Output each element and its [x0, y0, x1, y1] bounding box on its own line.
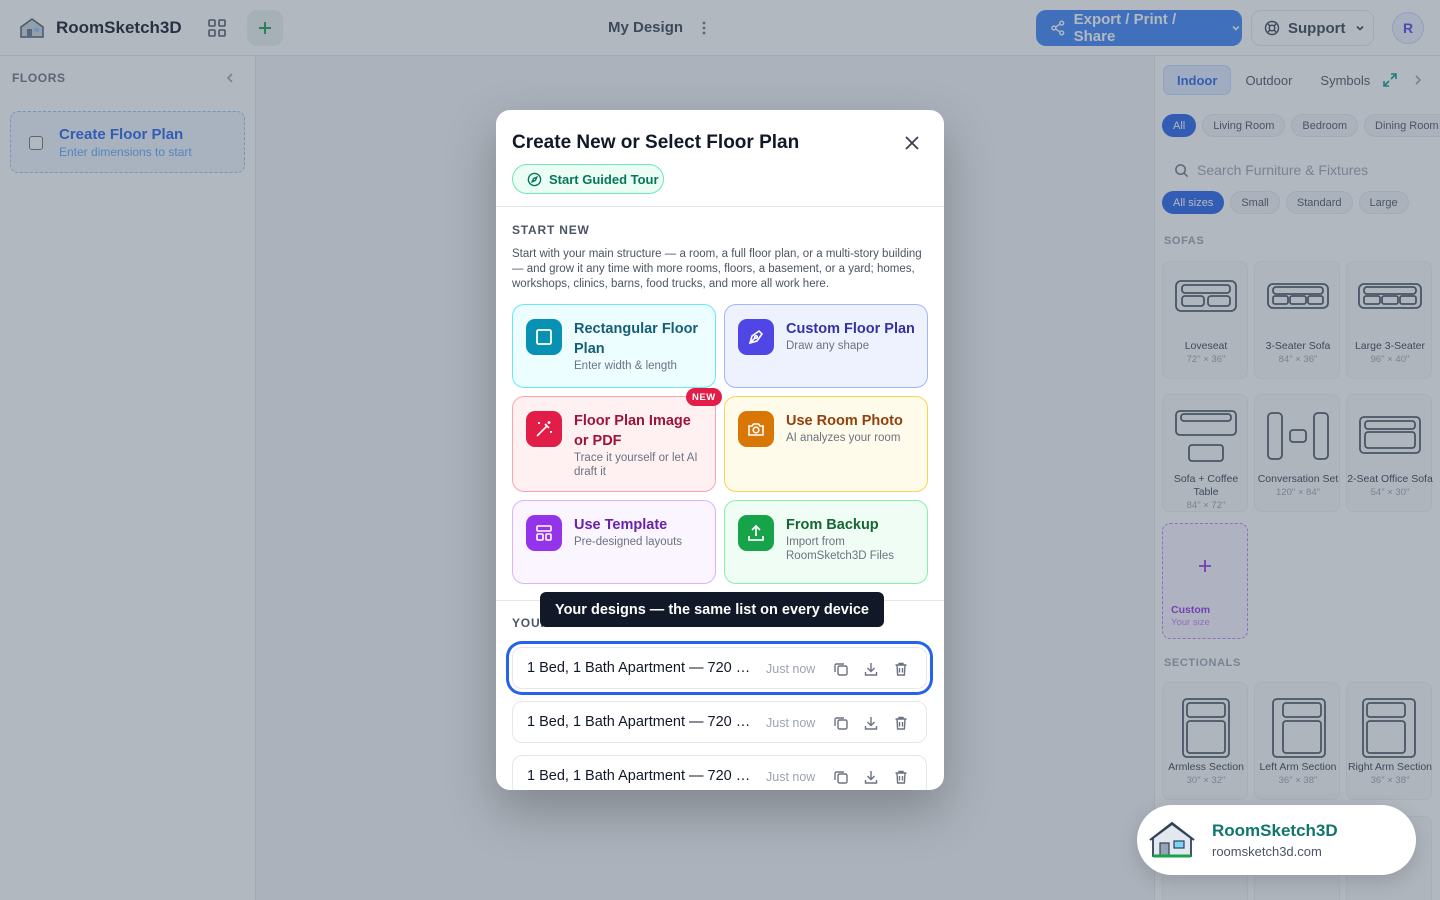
option-title: From Backup [786, 517, 879, 533]
use-template-option[interactable]: Use Template Pre-designed layouts [512, 500, 716, 584]
magic-wand-icon [526, 411, 562, 447]
new-badge: NEW [686, 388, 722, 406]
pen-tool-icon [738, 319, 774, 355]
option-title: Use Room Photo [786, 413, 903, 429]
toast-brand-url: roomsketch3d.com [1212, 844, 1322, 859]
floor-plan-image-option[interactable]: Floor Plan Image or PDF Trace it yoursel… [512, 396, 716, 492]
download-icon[interactable] [863, 661, 879, 677]
designs-tooltip: Your designs — the same list on every de… [540, 592, 884, 627]
toast-brand-name: RoomSketch3D [1212, 821, 1338, 840]
upload-icon [738, 515, 774, 551]
tour-label: Start Guided Tour [549, 171, 659, 187]
option-subtitle: Import from RoomSketch3D Files [786, 536, 895, 562]
brand-toast[interactable]: RoomSketch3D roomsketch3d.com [1137, 805, 1416, 875]
design-time: Just now [766, 770, 816, 784]
option-subtitle: Enter width & length [574, 360, 677, 372]
duplicate-icon[interactable] [833, 769, 849, 785]
download-icon[interactable] [863, 715, 879, 731]
layout-template-icon [526, 515, 562, 551]
floor-plan-modal: Create New or Select Floor Plan Start Gu… [496, 110, 944, 790]
design-row[interactable]: 1 Bed, 1 Bath Apartment — 720 sq ft Just… [512, 701, 927, 743]
trash-icon[interactable] [893, 769, 909, 785]
design-name: 1 Bed, 1 Bath Apartment — 720 sq ft [527, 768, 757, 784]
start-guided-tour-button[interactable]: Start Guided Tour [512, 164, 664, 194]
trash-icon[interactable] [893, 661, 909, 677]
camera-icon [738, 411, 774, 447]
option-subtitle: Pre-designed layouts [574, 536, 683, 548]
option-subtitle: Trace it yourself or let AI draft it [574, 452, 698, 478]
duplicate-icon[interactable] [833, 661, 849, 677]
custom-floor-plan-option[interactable]: Custom Floor Plan Draw any shape [724, 304, 928, 388]
modal-title: Create New or Select Floor Plan [512, 132, 800, 153]
design-time: Just now [766, 662, 816, 676]
trash-icon[interactable] [893, 715, 909, 731]
design-time: Just now [766, 716, 816, 730]
divider [496, 206, 944, 207]
option-title: Floor Plan Image or PDF [574, 413, 691, 449]
design-name: 1 Bed, 1 Bath Apartment — 720 sq ft [527, 714, 757, 730]
design-row[interactable]: 1 Bed, 1 Bath Apartment — 720 sq ft Just… [512, 755, 927, 790]
use-room-photo-option[interactable]: Use Room Photo AI analyzes your room [724, 396, 928, 492]
rectangular-floor-plan-option[interactable]: Rectangular Floor Plan Enter width & len… [512, 304, 716, 388]
start-new-description: Start with your main structure — a room,… [512, 248, 922, 290]
option-subtitle: AI analyzes your room [786, 432, 901, 444]
option-title: Rectangular Floor Plan [574, 321, 699, 357]
from-backup-option[interactable]: From Backup Import from RoomSketch3D Fil… [724, 500, 928, 584]
design-name: 1 Bed, 1 Bath Apartment — 720 sq ft [527, 660, 757, 676]
option-title: Custom Floor Plan [786, 321, 915, 337]
start-new-heading: START NEW [512, 223, 590, 237]
option-subtitle: Draw any shape [786, 340, 870, 352]
design-row[interactable]: 1 Bed, 1 Bath Apartment — 720 sq ft Just… [512, 647, 927, 689]
house-logo-icon [1147, 816, 1197, 864]
square-icon [526, 319, 562, 355]
close-icon[interactable] [901, 132, 923, 154]
duplicate-icon[interactable] [833, 715, 849, 731]
compass-icon [527, 172, 542, 186]
option-title: Use Template [574, 517, 668, 533]
download-icon[interactable] [863, 769, 879, 785]
